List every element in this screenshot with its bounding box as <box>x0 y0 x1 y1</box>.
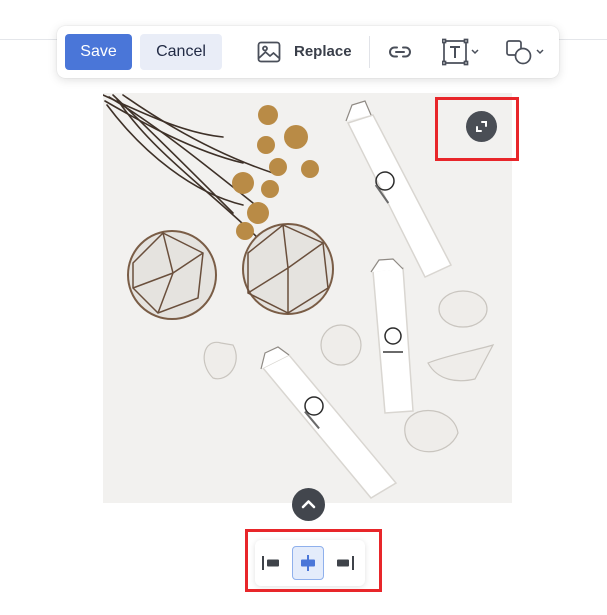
shape-icon[interactable] <box>505 38 547 66</box>
image-icon <box>257 41 281 63</box>
image-edit-toolbar: Save Cancel Replace <box>57 26 559 78</box>
toolbar-divider <box>369 36 370 68</box>
chevron-up-icon <box>301 500 316 509</box>
link-icon[interactable] <box>387 38 413 66</box>
expand-icon <box>476 121 487 132</box>
replace-image-button[interactable]: Replace <box>253 34 357 70</box>
expand-image-button[interactable] <box>466 111 497 142</box>
replace-label: Replace <box>294 43 352 60</box>
collapse-controls-button[interactable] <box>292 488 325 521</box>
text-format-icon[interactable] <box>442 38 482 66</box>
save-button[interactable]: Save <box>65 34 132 70</box>
cancel-button[interactable]: Cancel <box>140 34 222 70</box>
highlight-outline-alignment <box>245 529 382 592</box>
